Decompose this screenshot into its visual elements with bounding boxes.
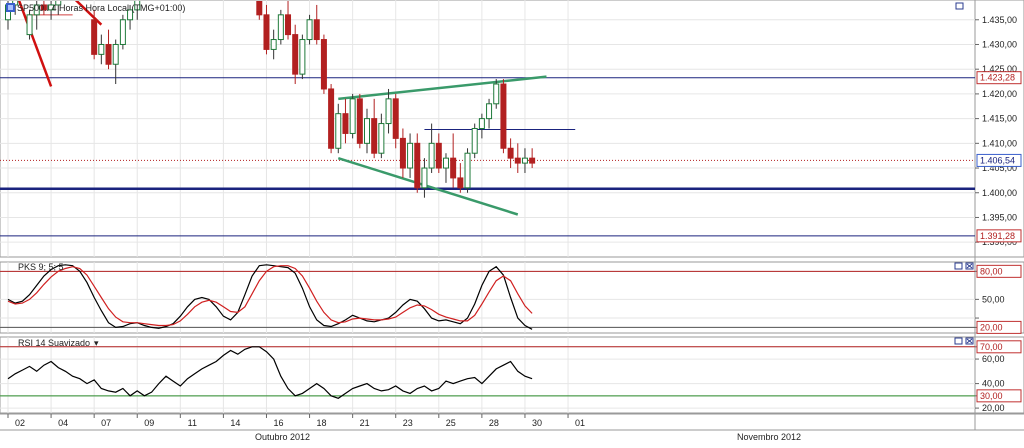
candle-body [428, 142, 435, 169]
x-tick-label: 30 [532, 418, 542, 428]
candle-body [285, 14, 292, 36]
candle-body [356, 98, 363, 144]
x-tick-label: 25 [446, 418, 456, 428]
candle-body [371, 118, 378, 154]
pks-pane-title: PKS 9; 5; 5 [18, 262, 64, 272]
candle-body [385, 98, 392, 125]
candle-body [414, 142, 421, 189]
x-tick-label: 02 [15, 418, 25, 428]
level-tag: 1.391,28 [976, 229, 1022, 243]
x-tick-label: 16 [273, 418, 283, 428]
candle-body [112, 43, 119, 65]
candle-body [263, 14, 270, 50]
x-tick-label: 07 [101, 418, 111, 428]
level-tag: 80,00 [976, 264, 1022, 278]
y-tick-label: 1.415,00 [982, 114, 1017, 124]
candle-body [105, 43, 112, 65]
x-tick-label: 01 [575, 418, 585, 428]
candle-body [335, 113, 342, 149]
y-tick-label: 1.430,00 [982, 39, 1017, 49]
candle-body [328, 88, 335, 149]
level-tag-label: 70,00 [980, 342, 1003, 352]
y-tick-label: 1.395,00 [982, 212, 1017, 222]
level-tag-label: 20,00 [980, 322, 1003, 332]
candle-body [471, 128, 478, 154]
month-label-november: Novembro 2012 [737, 432, 801, 442]
candle-body [442, 157, 449, 169]
candle-body [342, 113, 349, 134]
rsi-dropdown-icon[interactable]: ▾ [94, 338, 99, 348]
candle-body [507, 147, 514, 159]
candle-body [407, 142, 414, 169]
candle-body [320, 39, 327, 90]
candle-body [493, 83, 500, 105]
candle-body [392, 98, 399, 139]
level-tag: 30,00 [976, 389, 1022, 403]
y-tick-label: 40,00 [982, 379, 1005, 389]
x-tick-label: 14 [230, 418, 240, 428]
candle-body [349, 98, 356, 134]
candle-body [277, 14, 284, 41]
candle-body [270, 39, 277, 50]
candle-body [464, 152, 471, 189]
y-tick-label: 60,00 [982, 354, 1005, 364]
candle-body [486, 103, 493, 120]
level-tag: 20,00 [976, 320, 1022, 334]
symbol-icon [6, 3, 15, 12]
level-tag-label: 1.391,28 [980, 231, 1015, 241]
price-pane-title: SP500.I 4 Horas Hora Local (TMG+01:00) [17, 3, 185, 13]
candle-body [378, 123, 385, 154]
candle-body [98, 43, 105, 55]
candle-body [421, 167, 428, 189]
x-tick-label: 28 [489, 418, 499, 428]
level-tag-label: 1.423,28 [980, 73, 1015, 83]
level-tag-label: 80,00 [980, 266, 1003, 276]
level-tag: 1.423,28 [976, 71, 1022, 85]
y-tick-label: 50,00 [982, 294, 1005, 304]
level-tag: 70,00 [976, 340, 1022, 354]
candle-body [457, 177, 464, 189]
x-tick-label: 09 [144, 418, 154, 428]
candle-body [119, 19, 126, 45]
trading-chart: 02040709111416182123252830011.390,001.39… [0, 0, 1024, 443]
rsi-pane-title: RSI 14 Suavizado [18, 338, 90, 348]
candle-body [478, 118, 485, 130]
x-tick-label: 21 [360, 418, 370, 428]
candle-body [500, 83, 507, 149]
candle-body [514, 157, 521, 164]
y-tick-label: 1.420,00 [982, 89, 1017, 99]
candle-body [435, 142, 442, 169]
x-tick-label: 23 [403, 418, 413, 428]
candle-body [256, 1, 263, 16]
level-tag-label: 30,00 [980, 391, 1003, 401]
x-tick-label: 04 [58, 418, 68, 428]
y-tick-label: 1.435,00 [982, 15, 1017, 25]
level-tag: 1.406,54 [976, 153, 1022, 167]
y-tick-label: 1.410,00 [982, 138, 1017, 148]
candle-body [399, 137, 406, 169]
candle-body [529, 157, 536, 164]
candle-body [306, 19, 313, 41]
x-tick-label: 18 [317, 418, 327, 428]
candle-body [26, 14, 33, 36]
x-tick-label: 11 [188, 418, 197, 428]
chart-svg: 02040709111416182123252830011.390,001.39… [0, 0, 1024, 443]
candle-body [91, 19, 98, 55]
y-tick-label: 1.400,00 [982, 188, 1017, 198]
y-tick-label: 20,00 [982, 403, 1005, 413]
level-tag-label: 1.406,54 [980, 155, 1015, 165]
candle-body [292, 34, 299, 75]
month-label-october: Outubro 2012 [255, 432, 310, 442]
candle-body [299, 39, 306, 75]
candle-body [521, 157, 528, 164]
candle-body [450, 157, 457, 179]
candle-body [364, 118, 370, 144]
candle-body [313, 19, 320, 41]
